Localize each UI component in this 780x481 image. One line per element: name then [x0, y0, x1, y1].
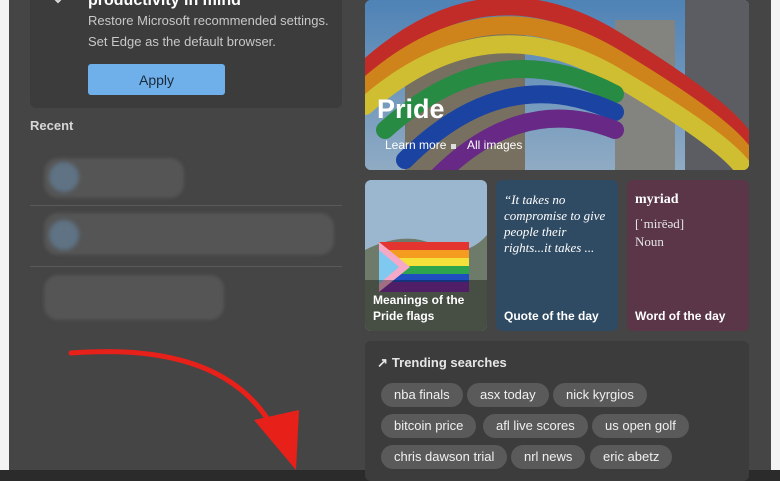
window-frame-left [0, 0, 9, 470]
window-frame-right [771, 0, 780, 470]
new-tab-page: productivity in mind Restore Microsoft r… [9, 0, 771, 481]
red-annotation-arrow [68, 349, 299, 470]
